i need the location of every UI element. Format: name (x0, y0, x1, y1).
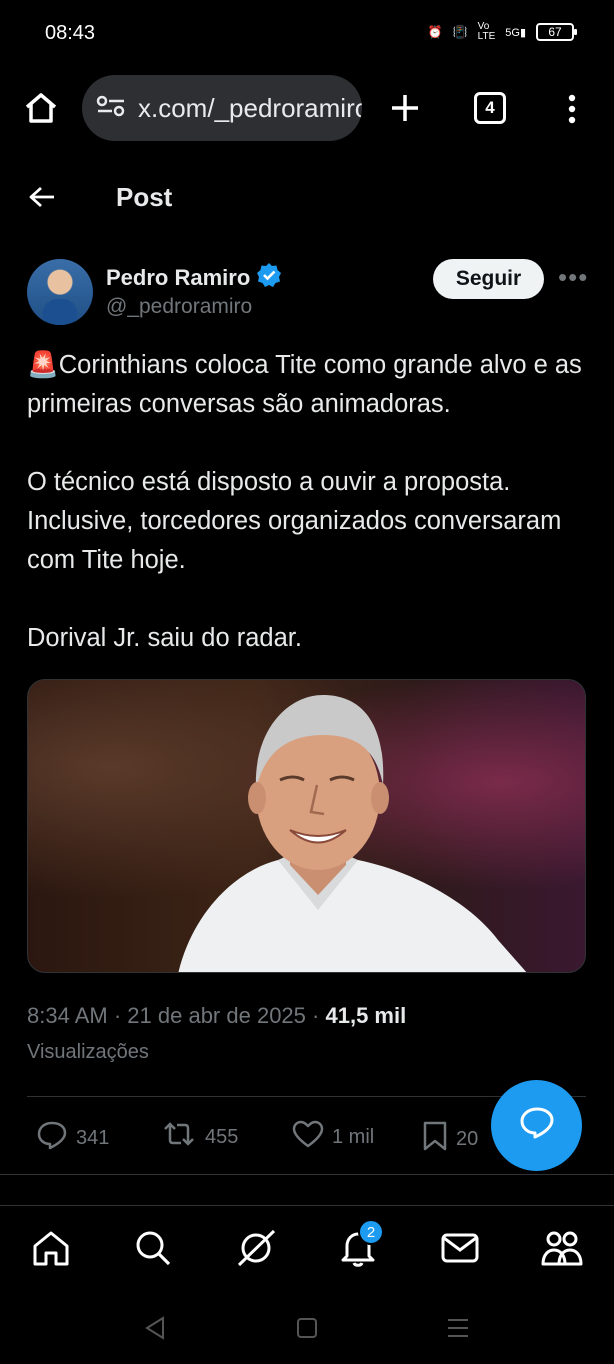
notification-badge: 2 (358, 1219, 384, 1245)
tab-switcher-button[interactable]: 4 (474, 92, 506, 124)
site-settings-icon[interactable] (96, 95, 126, 122)
chat-bubble-icon (519, 1106, 555, 1145)
status-icons: ⏰ 📳 Vo LTE 5G▮ 67 (427, 21, 577, 42)
verified-badge-icon (256, 262, 282, 294)
avatar[interactable] (27, 259, 93, 325)
tweet-photo[interactable] (27, 679, 586, 973)
system-home-icon[interactable] (296, 1317, 318, 1344)
divider (0, 1174, 614, 1175)
heart-icon (292, 1120, 324, 1154)
repost-icon (161, 1120, 197, 1154)
system-nav-bar (0, 1290, 614, 1364)
post-time: 8:34 AM (27, 1003, 108, 1028)
reply-count: 341 (76, 1126, 110, 1149)
author-handle[interactable]: @_pedroramiro (106, 295, 252, 319)
page-title: Post (116, 182, 173, 212)
bookmark-count: 20 (456, 1127, 479, 1150)
post-timestamp: 8:34 AM · 21 de abr de 2025 · 41,5 mil (27, 1003, 406, 1029)
views-label: Visualizações (27, 1041, 149, 1063)
nav-messages-icon[interactable] (438, 1226, 482, 1270)
reply-icon (36, 1120, 68, 1156)
like-button[interactable]: 1 mil (292, 1120, 374, 1154)
reply-button[interactable]: 341 (36, 1120, 109, 1156)
bottom-nav (0, 1205, 614, 1285)
back-arrow-icon[interactable] (29, 186, 55, 213)
more-options-icon[interactable]: ••• (558, 262, 588, 293)
url-bar[interactable]: x.com/_pedroramiro (82, 75, 362, 141)
vibrate-icon: 📳 (452, 25, 468, 39)
compose-reply-fab[interactable] (491, 1080, 582, 1171)
nav-communities-icon[interactable] (540, 1226, 584, 1270)
bookmark-icon (422, 1120, 448, 1158)
status-time: 08:43 (45, 22, 96, 44)
volte-icon: Vo LTE (477, 21, 496, 42)
repost-button[interactable]: 455 (161, 1120, 238, 1154)
bookmark-button[interactable]: 20 (422, 1120, 478, 1158)
tweet-paragraph: 🚨Corinthians coloca Tite como grande alv… (27, 351, 582, 418)
author-name-text[interactable]: Pedro Ramiro (106, 265, 250, 291)
battery-indicator: 67 (536, 23, 577, 41)
photo-illustration (178, 695, 527, 972)
alarm-icon: ⏰ (427, 25, 443, 39)
battery-level: 67 (548, 25, 562, 39)
nav-grok-icon[interactable] (234, 1226, 278, 1270)
system-recents-icon[interactable] (446, 1317, 470, 1344)
follow-button[interactable]: Seguir (433, 259, 544, 299)
like-count: 1 mil (332, 1125, 375, 1148)
meta-separator: · (113, 1003, 128, 1028)
post-date: 21 de abr de 2025 (127, 1003, 306, 1028)
system-back-icon[interactable] (144, 1316, 166, 1345)
views-count: 41,5 mil (325, 1003, 407, 1028)
nav-home-icon[interactable] (29, 1226, 73, 1270)
tweet-text: 🚨Corinthians coloca Tite como grande alv… (27, 346, 587, 658)
tweet-paragraph: Dorival Jr. saiu do radar. (27, 624, 302, 652)
home-icon[interactable] (24, 92, 58, 129)
nav-search-icon[interactable] (131, 1226, 175, 1270)
signal-icon: 5G▮ (505, 26, 526, 39)
menu-icon[interactable] (566, 94, 578, 129)
meta-separator: · (312, 1003, 326, 1028)
tweet-paragraph: O técnico está disposto a ouvir a propos… (27, 468, 562, 574)
repost-count: 455 (205, 1125, 239, 1148)
author-name[interactable]: Pedro Ramiro (106, 262, 282, 294)
new-tab-icon[interactable] (390, 93, 420, 128)
url-text[interactable]: x.com/_pedroramiro (138, 93, 362, 124)
